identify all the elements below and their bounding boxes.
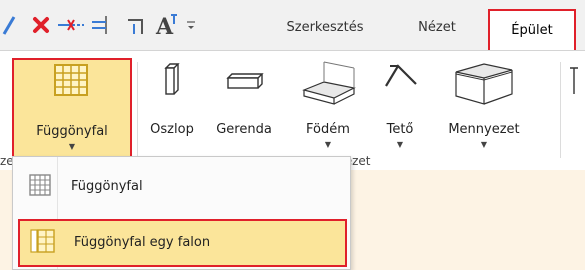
column-icon xyxy=(162,62,182,100)
ribbon: A Szerkesztés Nézet Épület Függönyfal ▼ … xyxy=(0,0,585,170)
menu-item-label: Függönyfal egy falon xyxy=(74,235,211,250)
roof-button[interactable]: Tető ▼ xyxy=(374,58,426,158)
extend-icon[interactable] xyxy=(92,14,114,36)
curtain-wall-icon xyxy=(54,64,88,100)
chevron-down-icon: ▼ xyxy=(396,140,404,149)
slab-button[interactable]: Födém ▼ xyxy=(288,58,368,158)
menu-item-curtain-wall-on-wall[interactable]: Függönyfal egy falon xyxy=(18,219,347,267)
separator xyxy=(137,62,138,158)
pen-icon[interactable] xyxy=(2,14,16,36)
chevron-down-icon: ▼ xyxy=(324,140,332,149)
curtain-wall-button[interactable]: Függönyfal ▼ xyxy=(12,58,132,162)
curtain-wall-on-wall-icon xyxy=(30,229,56,257)
truncated-tool-icon xyxy=(568,66,580,100)
tab-bar: A Szerkesztés Nézet Épület xyxy=(0,0,585,51)
delete-icon[interactable] xyxy=(32,16,50,34)
ceiling-icon xyxy=(454,60,514,112)
menu-item-label: Függönyfal xyxy=(71,179,143,194)
join-icon[interactable] xyxy=(126,14,146,36)
curtain-wall-dropdown-menu: Függönyfal Függönyfal egy falon xyxy=(12,156,351,270)
ceiling-button[interactable]: Mennyezet ▼ xyxy=(430,58,538,158)
curtain-wall-label: Függönyfal xyxy=(36,124,108,139)
beam-icon xyxy=(226,72,264,94)
slab-icon xyxy=(302,60,356,112)
beam-button[interactable]: Gerenda xyxy=(206,58,282,158)
quick-access-toolbar: A xyxy=(0,12,196,38)
text-icon[interactable]: A xyxy=(154,12,180,38)
separator xyxy=(560,62,561,158)
slab-label: Födém xyxy=(306,122,350,137)
chevron-down-icon: ▼ xyxy=(68,142,76,151)
qat-customize-icon[interactable] xyxy=(186,18,196,32)
curtain-wall-grid-icon xyxy=(29,174,51,200)
beam-label: Gerenda xyxy=(216,122,272,137)
tab-szerkesztes[interactable]: Szerkesztés xyxy=(270,10,380,46)
roof-label: Tető xyxy=(386,122,414,137)
column-button[interactable]: Oszlop xyxy=(140,58,204,158)
trim-icon[interactable] xyxy=(58,18,84,32)
tab-epulet[interactable]: Épület xyxy=(488,9,576,50)
roof-icon xyxy=(384,62,418,92)
column-label: Oszlop xyxy=(150,122,194,137)
tab-nezet[interactable]: Nézet xyxy=(392,10,482,46)
chevron-down-icon: ▼ xyxy=(480,140,488,149)
svg-text:A: A xyxy=(155,14,174,38)
menu-item-curtain-wall[interactable]: Függönyfal xyxy=(17,165,346,209)
ceiling-label: Mennyezet xyxy=(448,122,520,137)
